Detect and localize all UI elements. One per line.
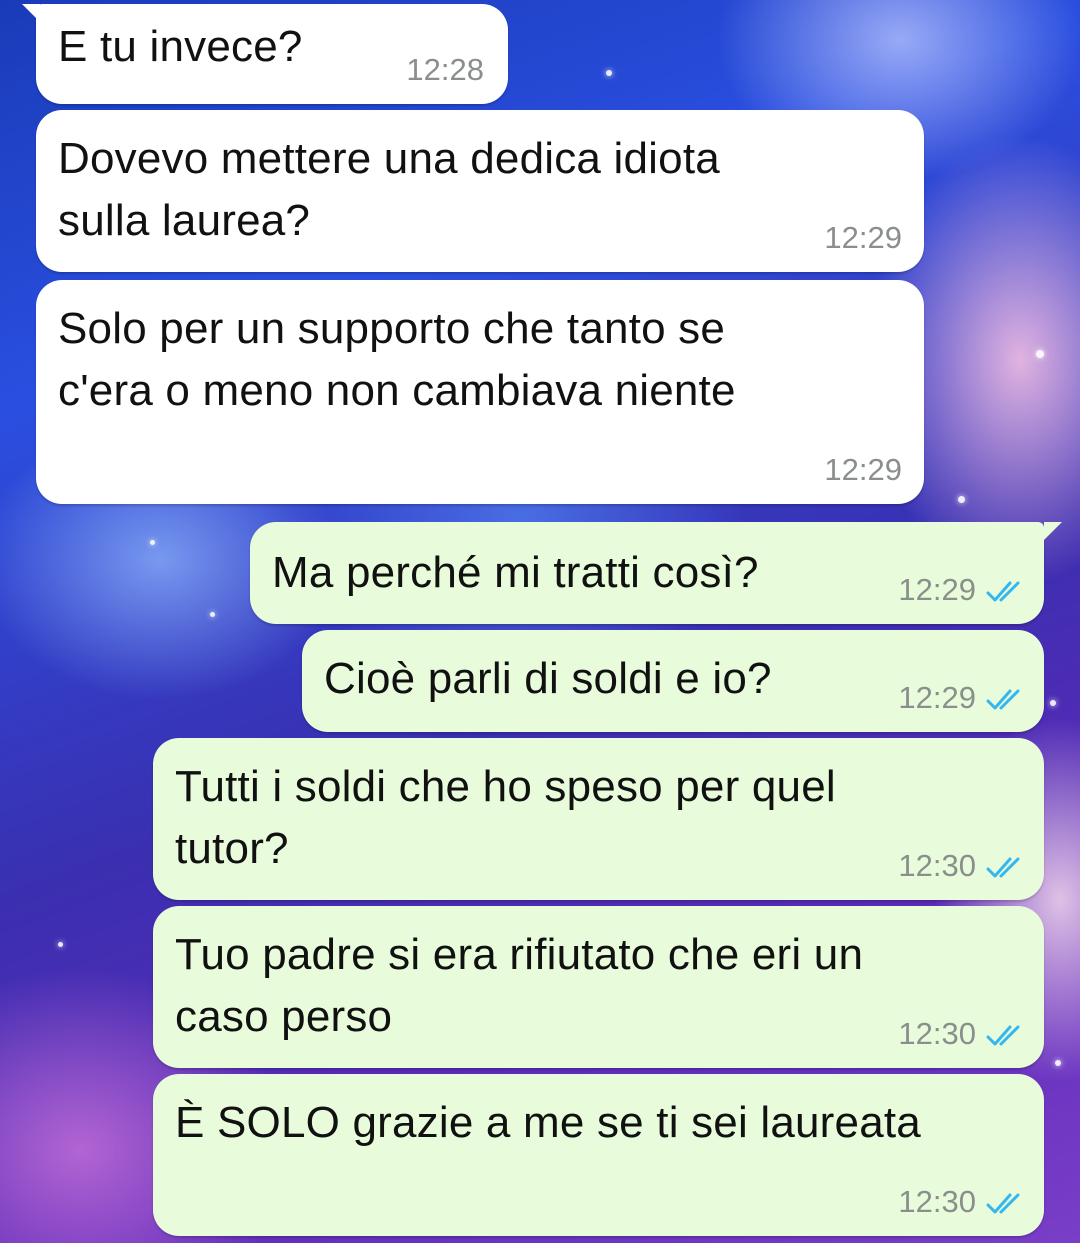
double-check-read-icon [986, 1025, 1020, 1046]
outgoing-message-bubble[interactable]: Ma perché mi tratti così? 12:29 [250, 522, 1044, 624]
wallpaper-star [1055, 1060, 1061, 1066]
message-text: Solo per un supporto che tanto se c'era … [58, 304, 736, 415]
outgoing-message-bubble[interactable]: Tutti i soldi che ho speso per quel tuto… [153, 738, 1044, 900]
message-timestamp: 12:28 [406, 52, 484, 87]
wallpaper-star [58, 942, 63, 947]
incoming-message-bubble[interactable]: Dovevo mettere una dedica idiota sulla l… [36, 110, 924, 272]
message-text: È SOLO grazie a me se ti sei laureata [175, 1098, 921, 1147]
message-timestamp: 12:29 [898, 680, 976, 715]
wallpaper-star [1050, 700, 1056, 706]
message-text: Tutti i soldi che ho speso per quel tuto… [175, 762, 836, 873]
message-timestamp: 12:30 [898, 1184, 976, 1219]
message-timestamp: 12:29 [898, 572, 976, 607]
message-timestamp: 12:30 [898, 1016, 976, 1051]
message-text: Tuo padre si era rifiutato che eri un ca… [175, 930, 864, 1041]
message-timestamp: 12:30 [898, 848, 976, 883]
double-check-read-icon [986, 581, 1020, 602]
double-check-read-icon [986, 857, 1020, 878]
double-check-read-icon [986, 1193, 1020, 1214]
wallpaper-star [1036, 350, 1044, 358]
outgoing-message-bubble[interactable]: Cioè parli di soldi e io? 12:29 [302, 630, 1044, 732]
double-check-read-icon [986, 689, 1020, 710]
wallpaper-star [150, 540, 155, 545]
message-text: E tu invece? [58, 22, 303, 71]
message-text: Cioè parli di soldi e io? [324, 654, 772, 703]
message-timestamp: 12:29 [824, 452, 902, 487]
incoming-message-bubble[interactable]: E tu invece? 12:28 [36, 4, 508, 104]
message-text: Ma perché mi tratti così? [272, 548, 759, 597]
incoming-message-bubble[interactable]: Solo per un supporto che tanto se c'era … [36, 280, 924, 504]
wallpaper-star [958, 496, 965, 503]
message-timestamp: 12:29 [824, 220, 902, 255]
bubble-tail [22, 4, 40, 22]
outgoing-message-bubble[interactable]: Tuo padre si era rifiutato che eri un ca… [153, 906, 1044, 1068]
bubble-tail [1044, 522, 1062, 540]
wallpaper-star [210, 612, 215, 617]
outgoing-message-bubble[interactable]: È SOLO grazie a me se ti sei laureata 12… [153, 1074, 1044, 1236]
wallpaper-star [606, 70, 612, 76]
message-text: Dovevo mettere una dedica idiota sulla l… [58, 134, 720, 245]
